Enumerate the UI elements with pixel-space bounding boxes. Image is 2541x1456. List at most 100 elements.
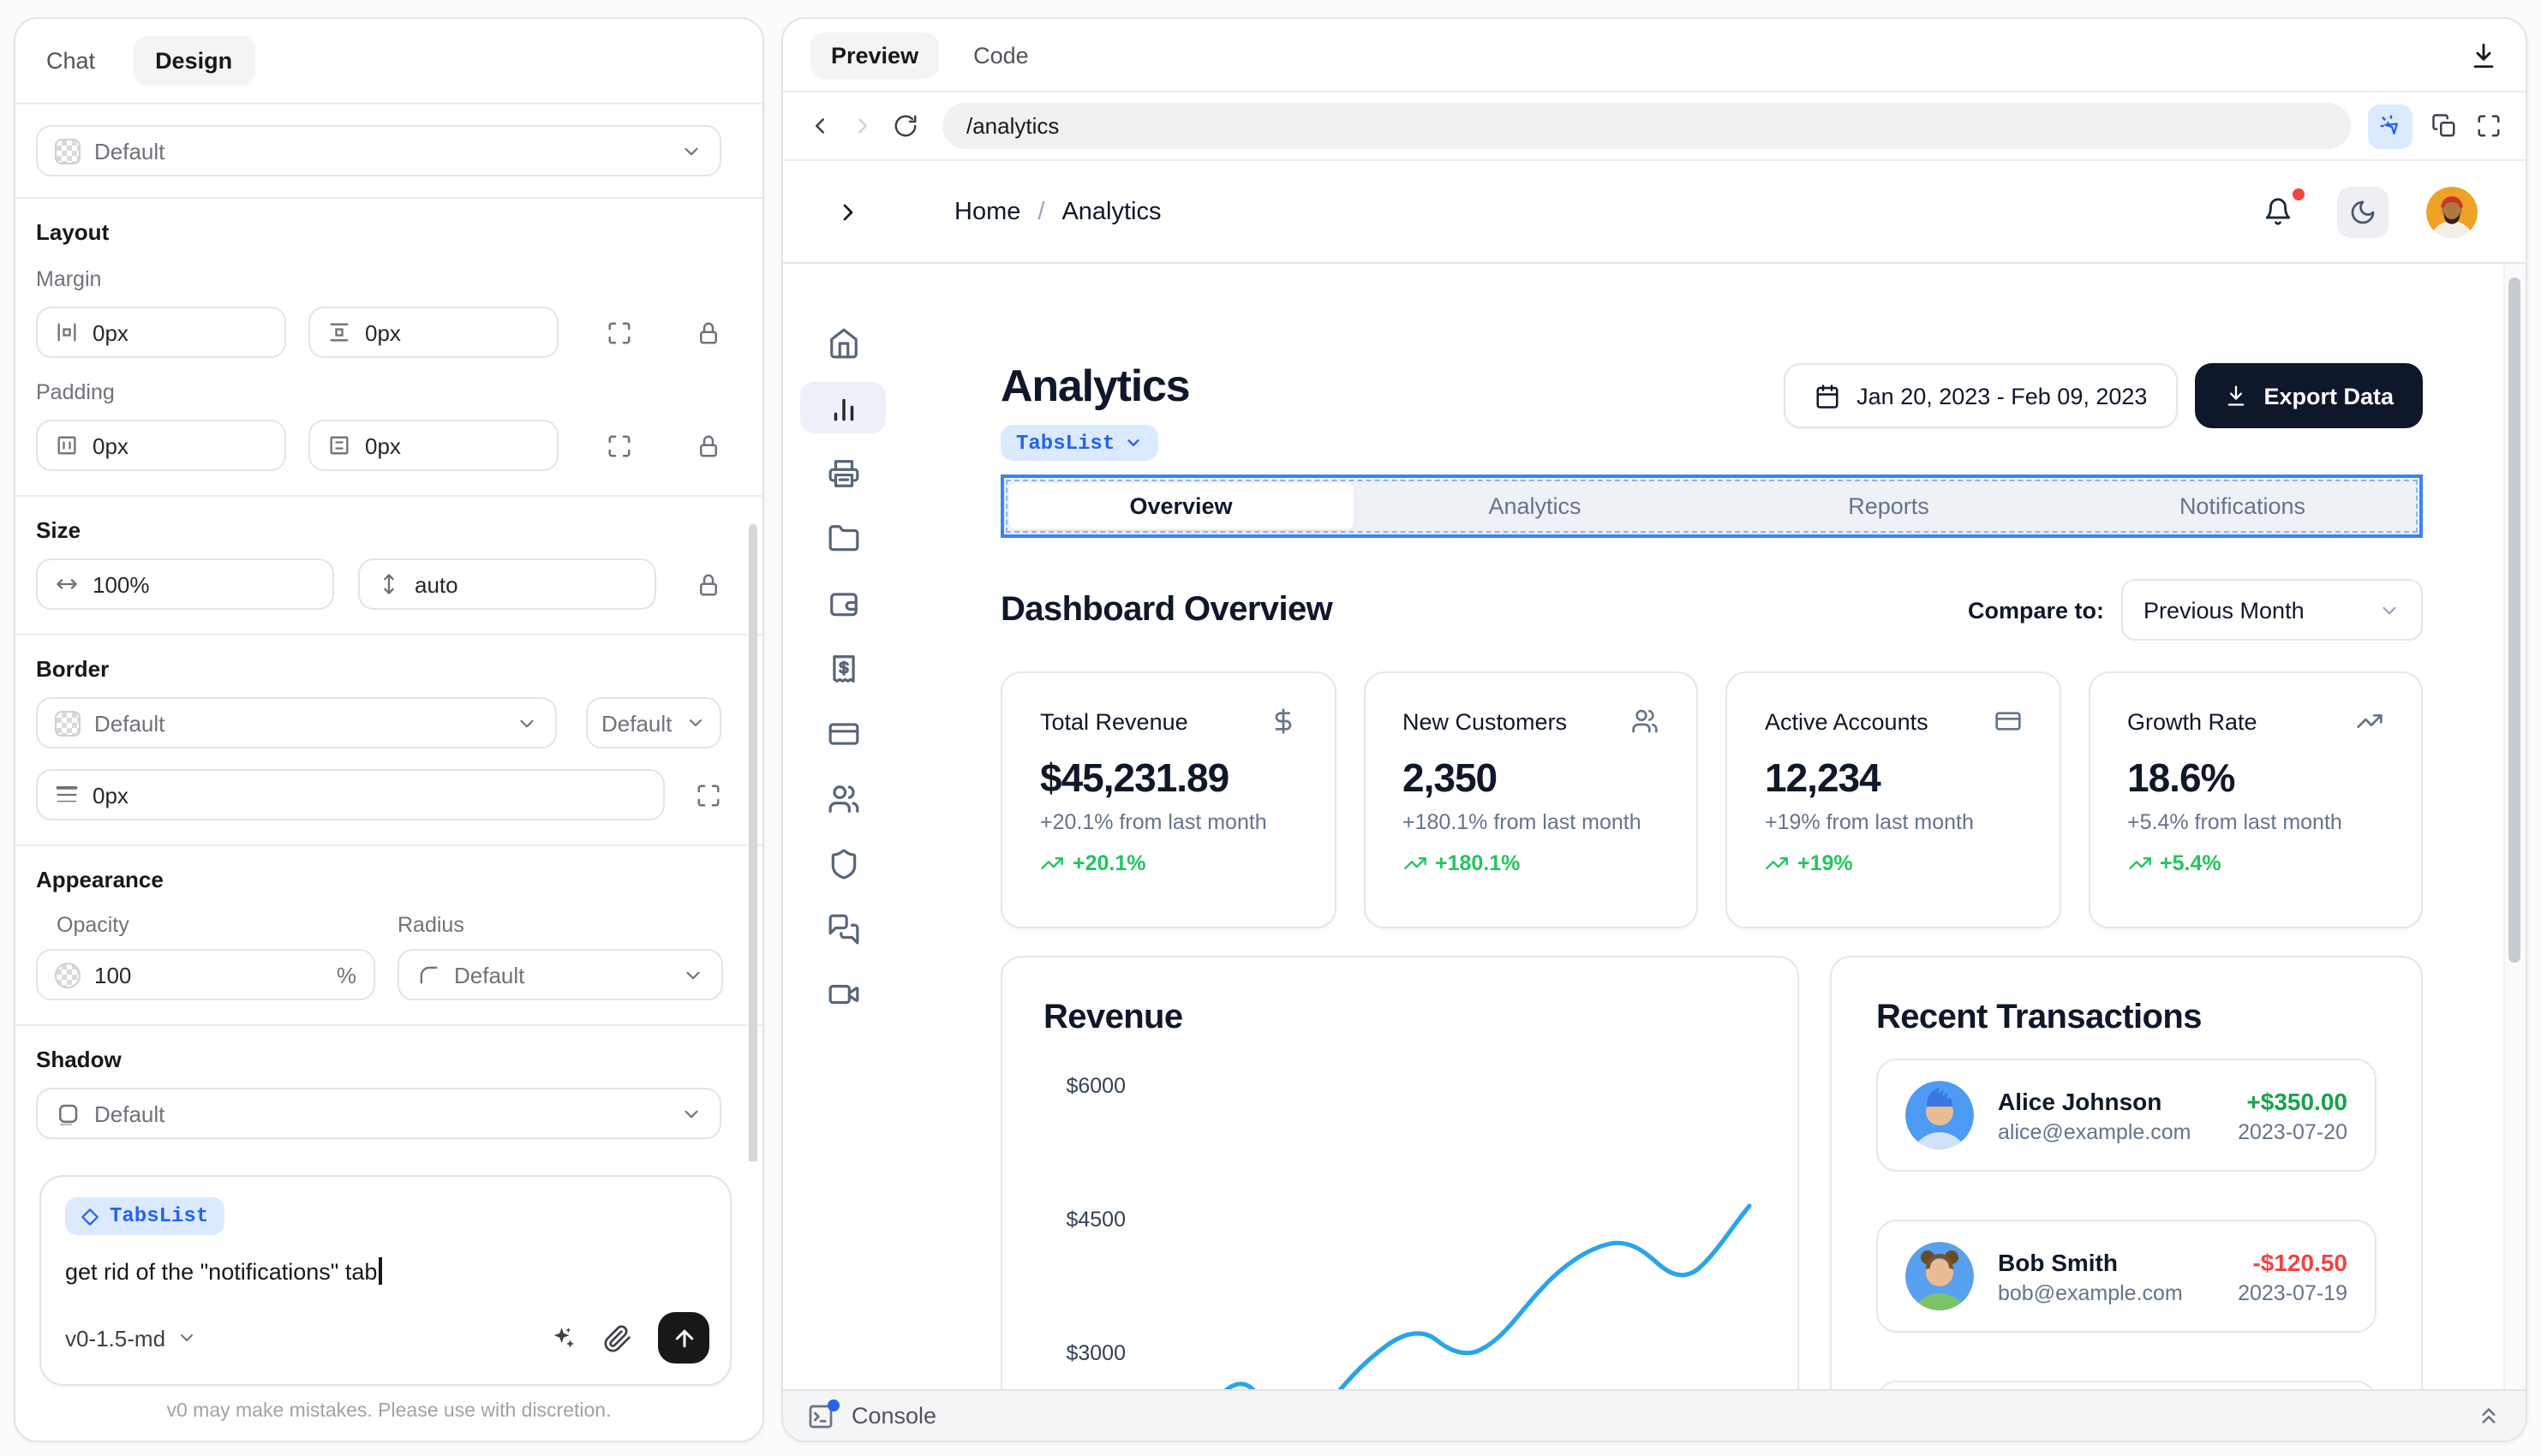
sidebar-item-reports[interactable] <box>800 440 886 505</box>
shadow-select[interactable]: Default <box>36 1088 721 1139</box>
back-button[interactable] <box>807 113 833 139</box>
transaction-date: 2023-07-20 <box>2238 1119 2347 1143</box>
model-select[interactable]: v0-1.5-md <box>65 1325 196 1351</box>
send-message-button[interactable] <box>658 1312 709 1364</box>
opacity-input[interactable]: 100 % <box>36 949 375 1000</box>
size-lock-button[interactable] <box>696 571 721 597</box>
preview-scrollbar-thumb[interactable] <box>2508 277 2520 963</box>
inspect-element-button[interactable] <box>2368 104 2412 148</box>
tab-analytics[interactable]: Analytics <box>1358 478 1712 534</box>
tab-notifications[interactable]: Notifications <box>2066 478 2419 534</box>
width-input[interactable]: 100% <box>36 558 334 610</box>
tab-design[interactable]: Design <box>133 36 254 86</box>
sidebar-item-wallet[interactable] <box>800 570 886 636</box>
enhance-prompt-button[interactable] <box>548 1323 577 1352</box>
credit-card-icon <box>827 717 859 749</box>
compare-select[interactable]: Previous Month <box>2121 579 2423 641</box>
margin-y-input[interactable]: 0px <box>308 307 559 358</box>
sidebar-item-customers[interactable] <box>800 766 886 831</box>
forward-button[interactable] <box>850 113 876 139</box>
attach-file-button[interactable] <box>603 1323 632 1352</box>
transaction-row[interactable]: Alice Johnson alice@example.com +$350.00… <box>1876 1059 2377 1172</box>
border-width-input[interactable]: 0px <box>36 769 665 820</box>
compare-value: Previous Month <box>2143 597 2305 623</box>
margin-lock-button[interactable] <box>696 319 721 345</box>
radius-value: Default <box>454 962 524 988</box>
stat-value: 12,234 <box>1765 755 2021 802</box>
selected-component-badge[interactable]: TabsList <box>1001 425 1157 461</box>
height-input[interactable]: auto <box>358 558 656 610</box>
border-style-select[interactable]: Default <box>36 697 557 749</box>
padding-lock-button[interactable] <box>696 433 721 458</box>
dashboard-content: Analytics TabsList <box>1001 264 2423 1441</box>
folder-icon <box>827 522 859 554</box>
chevron-down-icon <box>2378 599 2400 621</box>
stat-trend-value: +5.4% <box>2160 851 2221 875</box>
notifications-button[interactable] <box>2263 197 2293 226</box>
margin-vertical-icon <box>327 320 351 344</box>
stat-trend-value: +180.1% <box>1435 851 1520 875</box>
dark-mode-toggle[interactable] <box>2337 186 2389 237</box>
copy-button[interactable] <box>2431 113 2457 139</box>
sparkles-icon <box>548 1323 577 1352</box>
user-avatar[interactable] <box>2426 186 2478 237</box>
preview-scrollbar-track[interactable] <box>2503 264 2526 1389</box>
url-input[interactable]: /analytics <box>942 103 2351 149</box>
left-panel-scrollbar[interactable] <box>749 524 757 1161</box>
refresh-button[interactable] <box>893 113 918 139</box>
tab-overview[interactable]: Overview <box>1009 483 1353 529</box>
arrow-vertical-icon <box>377 572 401 596</box>
tab-preview[interactable]: Preview <box>810 32 939 78</box>
sidebar-item-cards[interactable] <box>800 701 886 766</box>
margin-expand-button[interactable] <box>607 319 632 345</box>
fullscreen-button[interactable] <box>2476 113 2502 139</box>
sidebar-item-security[interactable] <box>800 831 886 896</box>
chevron-down-icon <box>680 140 703 162</box>
radius-label: Radius <box>398 913 723 937</box>
composer-input[interactable]: get rid of the "notifications" tab <box>65 1257 709 1285</box>
transaction-email: alice@example.com <box>1998 1119 2191 1143</box>
download-button[interactable] <box>2469 40 2498 69</box>
border-color-select[interactable]: Default <box>586 697 721 749</box>
credit-card-icon <box>1994 707 2021 735</box>
theme-select-value: Default <box>94 138 164 164</box>
transaction-row[interactable]: Bob Smith bob@example.com -$120.50 2023-… <box>1876 1220 2377 1333</box>
sidebar-item-files[interactable] <box>800 505 886 570</box>
design-controls: Default Layout Margin 0px <box>15 104 762 1161</box>
padding-x-input[interactable]: 0px <box>36 420 286 471</box>
opacity-label: Opacity <box>57 913 375 937</box>
breadcrumb-home[interactable]: Home <box>954 198 1020 225</box>
padding-y-input[interactable]: 0px <box>308 420 559 471</box>
padding-expand-button[interactable] <box>607 433 632 458</box>
chip-label: TabsList <box>110 1204 208 1228</box>
tabs-list-selected: Overview Analytics Reports Notifications <box>1001 474 2423 538</box>
chevrons-up-icon[interactable] <box>2476 1403 2502 1429</box>
stat-cards: Total Revenue $45,231.89 +20.1% from las… <box>1001 671 2423 928</box>
expand-corners-icon <box>696 782 721 808</box>
selected-component-chip[interactable]: TabsList <box>65 1197 224 1235</box>
sidebar-item-messages[interactable] <box>800 896 886 961</box>
arrow-horizontal-icon <box>55 572 79 596</box>
sidebar-item-invoices[interactable] <box>800 636 886 701</box>
border-expand-button[interactable] <box>665 782 721 808</box>
tab-chat[interactable]: Chat <box>46 48 95 74</box>
console-bar[interactable]: Console <box>783 1389 2526 1441</box>
margin-x-input[interactable]: 0px <box>36 307 286 358</box>
export-data-button[interactable]: Export Data <box>2195 363 2423 428</box>
sidebar-item-analytics[interactable] <box>800 382 886 433</box>
radius-select[interactable]: Default <box>398 949 723 1000</box>
maximize-icon <box>2476 113 2502 139</box>
border-width-icon <box>55 783 79 807</box>
sidebar-toggle-button[interactable] <box>834 198 862 225</box>
date-range-picker[interactable]: Jan 20, 2023 - Feb 09, 2023 <box>1783 363 2178 428</box>
composer-text: get rid of the "notifications" tab <box>65 1258 377 1284</box>
sidebar-item-video[interactable] <box>800 961 886 1026</box>
avatar <box>1905 1242 1974 1310</box>
tab-reports[interactable]: Reports <box>1712 478 2066 534</box>
sidebar-item-home[interactable] <box>800 310 886 375</box>
breadcrumb: Home / Analytics <box>954 198 1162 225</box>
tab-code[interactable]: Code <box>973 42 1029 68</box>
chat-composer[interactable]: TabsList get rid of the "notifications" … <box>39 1175 732 1386</box>
download-icon <box>2224 384 2248 408</box>
theme-select[interactable]: Default <box>36 125 721 176</box>
